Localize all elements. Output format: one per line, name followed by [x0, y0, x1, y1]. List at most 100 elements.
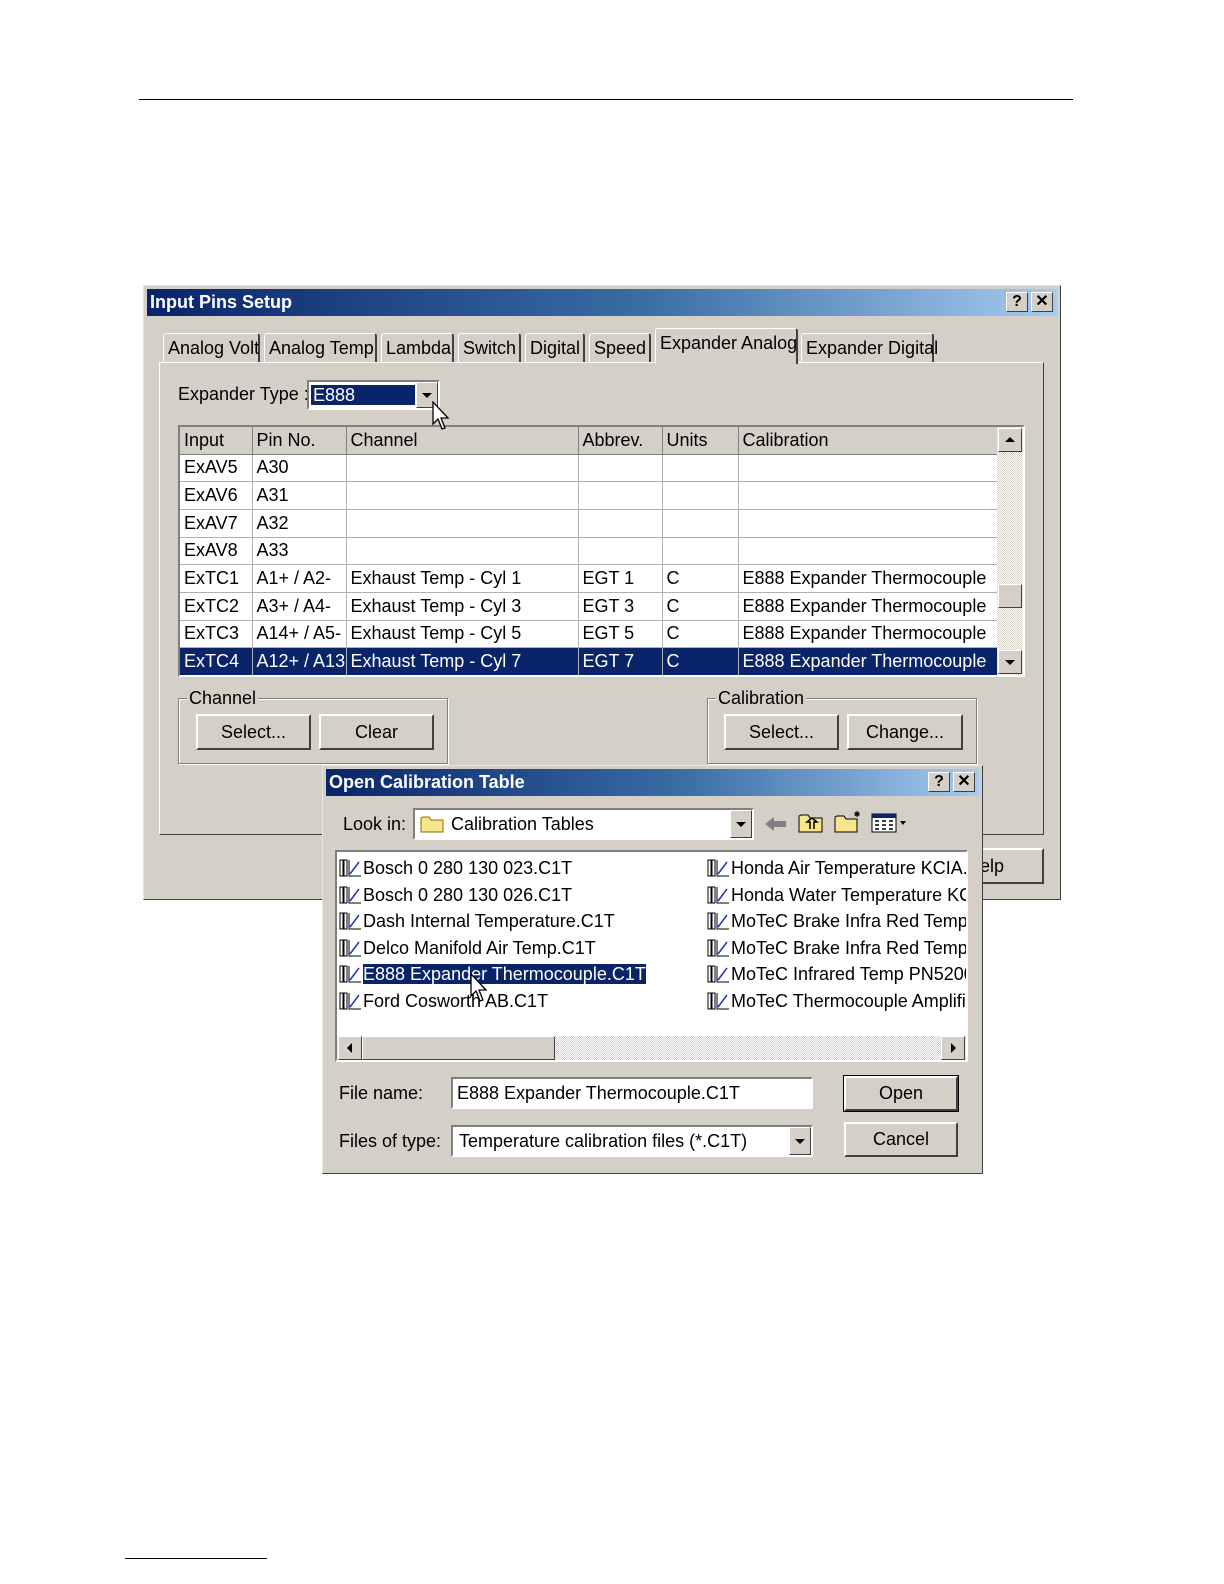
table-row[interactable]: ExAV6 A31 — [180, 481, 998, 510]
file-item[interactable]: MoTeC Infrared Temp PN52004 — [705, 962, 966, 986]
calibration-file-icon — [707, 965, 729, 983]
scroll-up-icon[interactable] — [998, 428, 1022, 452]
up-folder-icon[interactable] — [797, 811, 825, 835]
cell-abbrev: EGT 7 — [578, 647, 663, 675]
file-item[interactable]: Delco Manifold Air Temp.C1T — [337, 936, 596, 960]
cell-calibration — [738, 454, 998, 483]
cell-input: ExTC3 — [180, 620, 253, 649]
calibration-file-icon — [339, 939, 361, 956]
cell-input: ExTC4 — [180, 647, 253, 675]
chevron-down-icon[interactable] — [730, 810, 752, 838]
dialog-titlebar[interactable]: Input Pins Setup ? ✕ — [147, 289, 1057, 316]
file-item[interactable]: Dash Internal Temperature.C1T — [337, 909, 615, 933]
table-row[interactable]: ExTC2 A3+ / A4- Exhaust Temp - Cyl 3 EGT 3C… — [180, 592, 998, 621]
tab-analog-temp[interactable]: Analog Temp — [264, 333, 377, 363]
expander-type-label: Expander Type : — [178, 384, 309, 404]
file-item[interactable]: MoTeC Thermocouple Amplifier. — [705, 989, 968, 1013]
tab-expander-digital[interactable]: Expander Digital — [801, 333, 938, 363]
calibration-file-icon — [707, 912, 729, 930]
close-icon[interactable]: ✕ — [1031, 292, 1053, 312]
scroll-thumb[interactable] — [998, 584, 1022, 608]
cell-abbrev: EGT 5 — [578, 620, 663, 649]
calibration-file-icon — [339, 859, 361, 877]
scroll-right-icon[interactable] — [941, 1036, 965, 1060]
file-item[interactable]: Bosch 0 280 130 023.C1T — [337, 856, 572, 880]
cell-units — [662, 509, 739, 538]
file-list-horizontal-scrollbar[interactable] — [337, 1036, 966, 1060]
file-item[interactable]: MoTeC Brake Infra Red Temp - — [705, 909, 968, 933]
cell-channel: Exhaust Temp - Cyl 5 — [346, 620, 579, 649]
open-button[interactable]: Open — [843, 1075, 959, 1112]
table-row[interactable]: ExTC1 A1+ / A2- Exhaust Temp - Cyl 1 EGT 1C… — [180, 564, 998, 593]
close-icon[interactable]: ✕ — [953, 772, 975, 792]
col-header-input[interactable]: Input — [180, 427, 253, 455]
file-name: MoTeC Thermocouple Amplifier. — [731, 990, 968, 1011]
cell-abbrev: EGT 3 — [578, 592, 663, 621]
cell-channel — [346, 509, 579, 538]
back-arrow-icon[interactable] — [763, 813, 789, 835]
scroll-thumb[interactable] — [362, 1036, 555, 1060]
scroll-left-icon[interactable] — [338, 1036, 362, 1060]
cancel-button[interactable]: Cancel — [844, 1122, 958, 1157]
cell-units — [662, 454, 739, 483]
expander-type-select[interactable]: E888 — [307, 380, 440, 410]
cell-calibration — [738, 509, 998, 538]
calibration-file-icon — [707, 886, 729, 903]
cell-channel: Exhaust Temp - Cyl 7 — [346, 647, 579, 675]
cell-calibration — [738, 537, 998, 566]
cell-pin: A1+ / A2- — [252, 564, 347, 593]
input-pins-grid[interactable]: Input Pin No. Channel Abbrev. Units Cali… — [178, 425, 1025, 677]
tab-switch[interactable]: Switch — [458, 333, 521, 363]
cell-abbrev — [578, 454, 663, 483]
new-folder-icon[interactable] — [833, 809, 863, 835]
chevron-down-icon[interactable] — [789, 1127, 811, 1155]
channel-clear-button[interactable]: Clear — [319, 714, 434, 750]
table-row[interactable]: ExAV5 A30 — [180, 454, 998, 483]
tab-expander-analog[interactable]: Expander Analog — [655, 328, 798, 364]
cell-input: ExTC1 — [180, 564, 253, 593]
tab-lambda[interactable]: Lambda — [381, 333, 454, 363]
col-header-abbrev[interactable]: Abbrev. — [578, 427, 663, 455]
calibration-select-button[interactable]: Select... — [724, 714, 839, 750]
calibration-file-icon — [707, 859, 729, 877]
file-name-input[interactable]: E888 Expander Thermocouple.C1T — [451, 1077, 813, 1109]
file-name: MoTeC Brake Infra Red Temp - — [731, 911, 968, 931]
help-question-icon[interactable]: ? — [1006, 292, 1028, 312]
col-header-channel[interactable]: Channel — [346, 427, 579, 455]
file-item[interactable]: MoTeC Brake Infra Red Temp - — [705, 936, 966, 960]
table-row[interactable]: ExTC4 A12+ / A13- Exhaust Temp - Cyl 7 EGT … — [180, 647, 998, 675]
channel-select-button[interactable]: Select... — [196, 714, 311, 750]
tab-digital[interactable]: Digital — [525, 333, 585, 363]
file-list[interactable]: Bosch 0 280 130 023.C1T Bosch 0 280 130 0… — [335, 850, 968, 1062]
cell-pin: A12+ / A13- — [252, 647, 347, 675]
file-item[interactable]: Honda Air Temperature KCIA.C — [705, 856, 966, 880]
scroll-down-icon[interactable] — [998, 650, 1022, 674]
file-item[interactable]: Ford Cosworth AB.C1T — [337, 989, 548, 1013]
grid-vertical-scrollbar[interactable] — [997, 427, 1023, 675]
file-item[interactable]: Bosch 0 280 130 026.C1T — [337, 883, 572, 907]
view-menu-icon[interactable] — [870, 812, 910, 834]
table-row[interactable]: ExAV7 A32 — [180, 509, 998, 538]
cell-units: C — [662, 620, 739, 649]
help-question-icon[interactable]: ? — [928, 772, 950, 792]
look-in-select[interactable]: Calibration Tables — [413, 808, 754, 840]
tab-analog-volt[interactable]: Analog Volt — [163, 333, 260, 363]
col-header-calibration[interactable]: Calibration — [738, 427, 998, 455]
channel-group-label: Channel — [187, 687, 259, 709]
open-dialog-title: Open Calibration Table — [329, 772, 525, 792]
calibration-file-icon — [339, 912, 361, 930]
col-header-units[interactable]: Units — [662, 427, 739, 455]
folder-icon — [420, 816, 444, 833]
tab-speed[interactable]: Speed — [589, 333, 651, 363]
table-row[interactable]: ExAV8 A33 — [180, 537, 998, 566]
cell-input: ExAV7 — [180, 509, 253, 538]
table-row[interactable]: ExTC3 A14+ / A5- Exhaust Temp - Cyl 5 EGT 5… — [180, 620, 998, 649]
file-item[interactable]: Honda Water Temperature KCI — [705, 883, 966, 907]
cell-channel: Exhaust Temp - Cyl 3 — [346, 592, 579, 621]
file-type-select[interactable]: Temperature calibration files (*.C1T) — [451, 1125, 813, 1157]
cell-calibration — [738, 481, 998, 510]
open-dialog-titlebar[interactable]: Open Calibration Table ? ✕ — [326, 769, 979, 796]
col-header-pin[interactable]: Pin No. — [252, 427, 347, 455]
file-item[interactable]: E888 Expander Thermocouple.C1T — [337, 962, 647, 986]
calibration-change-button[interactable]: Change... — [847, 714, 963, 750]
